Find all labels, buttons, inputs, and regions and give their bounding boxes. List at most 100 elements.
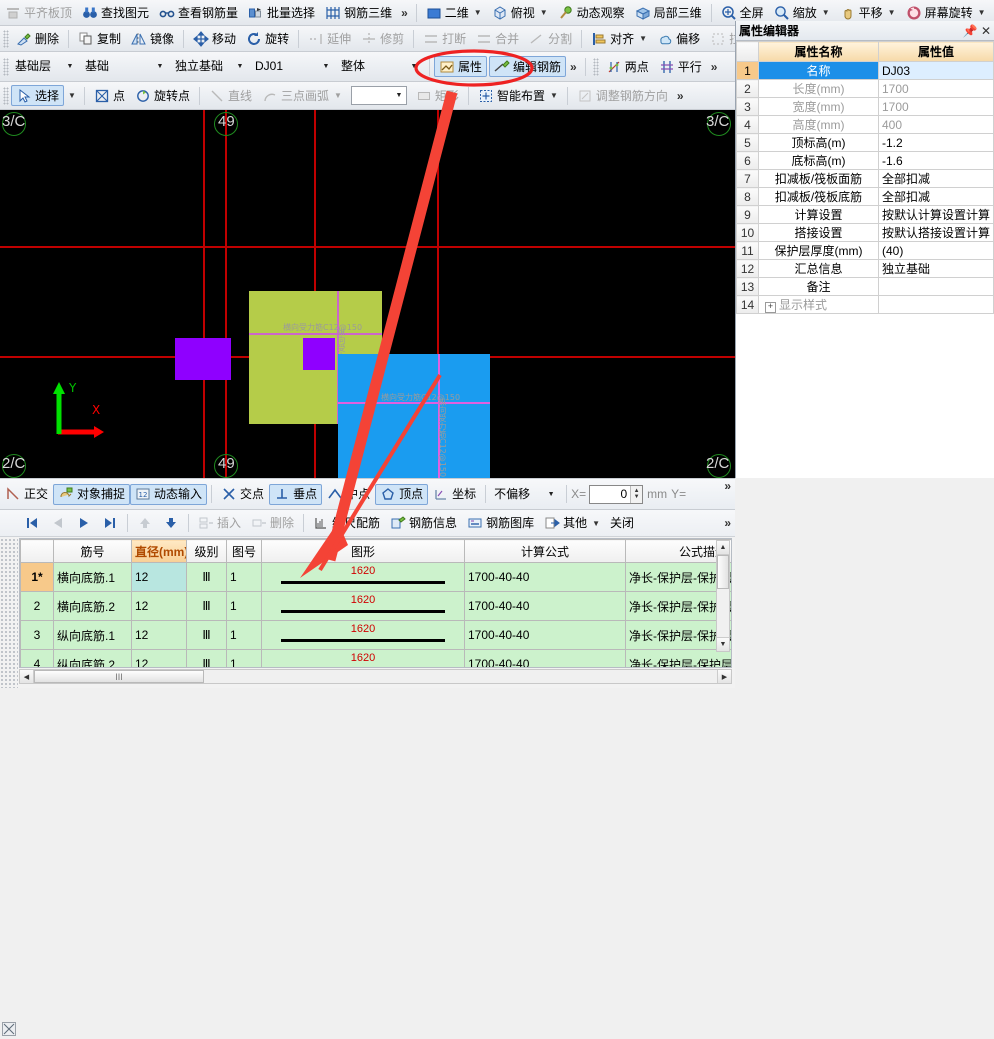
draw-item-three-point-arc[interactable]: 三点画弧 ▼: [257, 85, 347, 106]
footing-blue-selected[interactable]: [338, 354, 490, 478]
scroll-right-icon[interactable]: ▶: [717, 670, 731, 683]
toolbar-item-2d-view[interactable]: 二维 ▼: [421, 2, 487, 23]
property-row[interactable]: 7 扣减板/筏板面筋 全部扣减: [736, 169, 994, 188]
nav-first-record[interactable]: [19, 513, 45, 534]
property-row[interactable]: 10 搭接设置 按默认搭接设置计算: [736, 223, 994, 242]
draw-item-rectangle[interactable]: 矩形: [411, 85, 464, 106]
rebar-row-diameter[interactable]: 12: [131, 649, 187, 667]
property-row[interactable]: 4 高度(mm) 400: [736, 115, 994, 134]
toolbar-item-batch-select[interactable]: 批量选择: [243, 2, 320, 23]
scale-rebar-button[interactable]: 缩尺配筋: [308, 513, 385, 534]
rebar-row-grade[interactable]: Ⅲ: [186, 591, 227, 621]
snap-toggle-object-snap[interactable]: 对象捕捉: [53, 483, 131, 505]
toolbar-item-pan[interactable]: 平移 ▼: [835, 2, 901, 23]
toolbar-item-extend[interactable]: 延伸: [303, 28, 356, 49]
rebar-row-formula[interactable]: 1700-40-40: [464, 562, 626, 592]
insert-row-button[interactable]: 插入: [193, 513, 246, 534]
toolbar-grip[interactable]: [592, 57, 599, 76]
toolbar-item-split[interactable]: 分割: [524, 28, 577, 49]
property-row[interactable]: 14 + 显示样式: [736, 295, 994, 314]
toolbar-grip[interactable]: [3, 29, 9, 48]
property-row-value[interactable]: [878, 277, 994, 296]
rebar-row-grade[interactable]: Ⅲ: [186, 562, 227, 592]
expand-plus-icon[interactable]: +: [765, 302, 776, 313]
toolbar-grip[interactable]: [3, 57, 9, 76]
chevron-down-icon[interactable]: ▼: [153, 58, 167, 75]
chevron-down-icon[interactable]: ▼: [550, 91, 558, 100]
component-name-combo[interactable]: DJ01 ▼: [251, 57, 333, 76]
rebar-table-row[interactable]: 4 纵向底筋.2 12 Ⅲ 1 1620 1700-40-40 净长-保护层-保…: [20, 649, 731, 667]
nav-prev-record[interactable]: [45, 513, 71, 534]
toolbar-item-zoom[interactable]: 缩放 ▼: [769, 2, 835, 23]
draw-item-smart-layout[interactable]: 智能布置 ▼: [473, 85, 563, 106]
toolbar-item-two-point[interactable]: 两点: [601, 56, 654, 77]
toolbar-item-offset[interactable]: 偏移: [652, 28, 705, 49]
move-down-button[interactable]: [158, 513, 184, 534]
snap-intersection[interactable]: 交点: [216, 484, 269, 505]
chevron-down-icon[interactable]: ▼: [392, 87, 406, 104]
chevron-down-icon[interactable]: ▼: [978, 8, 986, 17]
snap-vertex[interactable]: 顶点: [375, 483, 429, 505]
draw-blank-combo[interactable]: ▼: [350, 86, 407, 105]
rebar-row-name[interactable]: 纵向底筋.2: [53, 649, 132, 667]
property-row-value[interactable]: 1700: [878, 79, 994, 98]
toolbar-item-rotate[interactable]: 旋转: [241, 28, 294, 49]
chevron-down-icon[interactable]: ▼: [319, 58, 333, 75]
draw-item-adjust-rebar-direction[interactable]: 调整钢筋方向: [572, 85, 673, 106]
other-button[interactable]: 其他 ▼: [539, 513, 605, 534]
toolbar-item-orbit[interactable]: 动态观察: [553, 2, 630, 23]
property-row[interactable]: 12 汇总信息 独立基础: [736, 259, 994, 278]
snap-toggle-dynamic-input[interactable]: 12 动态输入: [130, 483, 208, 505]
toolbar-item-break[interactable]: 打断: [418, 28, 471, 49]
property-row-value[interactable]: [878, 295, 994, 314]
property-row-value[interactable]: 按默认搭接设置计算: [878, 223, 994, 242]
property-row-value[interactable]: 按默认计算设置计算: [878, 205, 994, 224]
rebar-table-row[interactable]: 1* 横向底筋.1 12 Ⅲ 1 1620 1700-40-40 净长-保护层-…: [20, 562, 731, 592]
pin-icon[interactable]: 📌: [962, 24, 978, 38]
property-row[interactable]: 1 名称 DJ03: [736, 61, 994, 80]
rebar-row-shape[interactable]: 1620: [261, 591, 465, 621]
offset-mode-combo[interactable]: 不偏移 ▼: [490, 485, 558, 504]
toolbar-item-view-rebar-quantity[interactable]: 查看钢筋量: [154, 2, 243, 23]
rebar-row-diameter[interactable]: 12: [131, 562, 187, 592]
rebar-library-button[interactable]: 钢筋图库: [462, 513, 539, 534]
rebar-row-name[interactable]: 纵向底筋.1: [53, 620, 132, 650]
property-row-value[interactable]: -1.2: [878, 133, 994, 152]
toolbar-item-find-element[interactable]: 查找图元: [77, 2, 154, 23]
property-row-value[interactable]: 400: [878, 115, 994, 134]
toolbar-grip[interactable]: [3, 86, 9, 105]
draw-item-point[interactable]: 点: [89, 85, 130, 106]
rebar-row-formula[interactable]: 1700-40-40: [464, 620, 626, 650]
property-row-value[interactable]: (40): [878, 241, 994, 260]
toolbar-item-align-slab-top[interactable]: 平齐板顶: [0, 2, 77, 23]
scroll-up-icon[interactable]: ▲: [717, 541, 729, 555]
chevron-down-icon[interactable]: ▼: [68, 91, 76, 100]
toolbar-item-fullscreen[interactable]: 全屏: [716, 2, 769, 23]
toolbar-item-screen-rotate[interactable]: 屏幕旋转 ▼: [901, 2, 991, 23]
snap-midpoint[interactable]: 中点: [322, 484, 375, 505]
toolbar-draw-overflow[interactable]: »: [673, 89, 688, 103]
rebar-row-grade[interactable]: Ⅲ: [186, 649, 227, 667]
toolbar-item-top-view[interactable]: 俯视 ▼: [487, 2, 553, 23]
rebar-row-shape[interactable]: 1620: [261, 620, 465, 650]
edit-rebar-button[interactable]: 编辑钢筋: [489, 56, 567, 77]
property-row-name-expandable[interactable]: + 显示样式: [758, 295, 879, 314]
property-row-value[interactable]: DJ03: [878, 61, 994, 80]
snap-bar-overflow[interactable]: »: [720, 479, 735, 493]
property-row[interactable]: 11 保护层厚度(mm) (40): [736, 241, 994, 260]
chevron-down-icon[interactable]: ▼: [592, 519, 600, 528]
chevron-down-icon[interactable]: ▼: [407, 58, 421, 75]
rebar-toolbar-overflow[interactable]: »: [720, 516, 735, 530]
rebar-row-figure-no[interactable]: 1: [226, 649, 262, 667]
toolbar-item-rebar-3d[interactable]: 钢筋三维: [320, 2, 397, 23]
chevron-down-icon[interactable]: ▼: [888, 8, 896, 17]
chevron-down-icon[interactable]: ▼: [233, 58, 247, 75]
chevron-down-icon[interactable]: ▼: [822, 8, 830, 17]
property-row-value[interactable]: 全部扣减: [878, 169, 994, 188]
delete-row-button[interactable]: 删除: [246, 513, 299, 534]
move-up-button[interactable]: [132, 513, 158, 534]
toolbar-selector-overflow[interactable]: »: [566, 60, 581, 74]
property-row[interactable]: 6 底标高(m) -1.6: [736, 151, 994, 170]
close-icon[interactable]: ✕: [978, 24, 994, 38]
property-button[interactable]: 属性: [434, 56, 488, 77]
